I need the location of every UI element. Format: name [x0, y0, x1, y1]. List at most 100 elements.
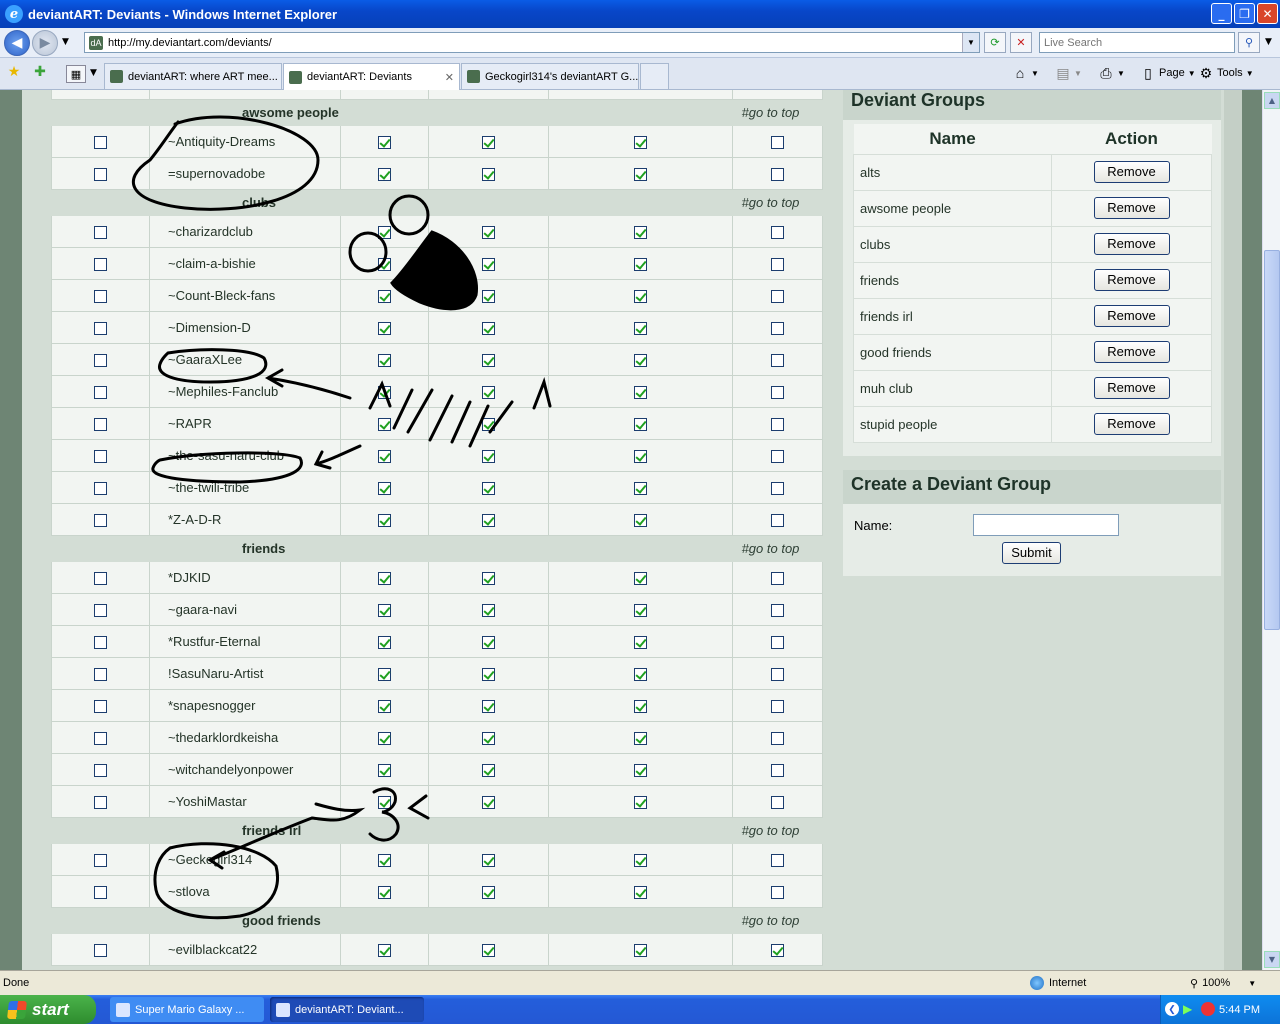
- close-window-button[interactable]: ✕: [1257, 3, 1278, 24]
- minimize-button[interactable]: _: [1211, 3, 1232, 24]
- permission-checkbox[interactable]: [482, 732, 495, 746]
- permission-checkbox[interactable]: [771, 796, 784, 810]
- permission-checkbox[interactable]: [482, 168, 495, 182]
- maximize-button[interactable]: ❐: [1234, 3, 1255, 24]
- permission-checkbox[interactable]: [771, 322, 784, 336]
- permission-checkbox[interactable]: [482, 482, 495, 496]
- permission-checkbox[interactable]: [482, 418, 495, 432]
- stop-icon[interactable]: ✕: [1010, 32, 1032, 53]
- deviant-name[interactable]: ~GaaraXLee: [149, 343, 341, 376]
- permission-checkbox[interactable]: [634, 604, 647, 618]
- tray-app-icon[interactable]: ▶: [1183, 1002, 1192, 1016]
- permission-checkbox[interactable]: [771, 514, 784, 528]
- permission-checkbox[interactable]: [771, 450, 784, 464]
- tray-security-icon[interactable]: [1201, 1002, 1215, 1016]
- remove-button[interactable]: Remove: [1093, 197, 1170, 219]
- permission-checkbox[interactable]: [771, 482, 784, 496]
- permission-checkbox[interactable]: [771, 604, 784, 618]
- select-checkbox[interactable]: [94, 604, 107, 618]
- tab-list-dropdown-icon[interactable]: ▼: [90, 68, 97, 78]
- permission-checkbox[interactable]: [634, 944, 647, 958]
- select-checkbox[interactable]: [94, 258, 107, 272]
- permission-checkbox[interactable]: [482, 450, 495, 464]
- deviant-name[interactable]: ~witchandelyonpower: [149, 753, 341, 786]
- permission-checkbox[interactable]: [634, 854, 647, 868]
- search-options-icon[interactable]: ▼: [1265, 37, 1272, 47]
- permission-checkbox[interactable]: [378, 386, 391, 400]
- tab-geckogirl-gallery[interactable]: Geckogirl314's deviantART G...: [461, 63, 639, 89]
- deviant-name[interactable]: ~Antiquity-Dreams: [149, 125, 341, 158]
- permission-checkbox[interactable]: [482, 796, 495, 810]
- home-button[interactable]: ⌂ ▼: [1012, 65, 1039, 81]
- deviant-name[interactable]: ~claim-a-bishie: [149, 247, 341, 280]
- permission-checkbox[interactable]: [378, 354, 391, 368]
- permission-checkbox[interactable]: [378, 732, 391, 746]
- select-checkbox[interactable]: [94, 668, 107, 682]
- permission-checkbox[interactable]: [771, 168, 784, 182]
- select-checkbox[interactable]: [94, 354, 107, 368]
- permission-checkbox[interactable]: [482, 322, 495, 336]
- deviant-name[interactable]: *snapesnogger: [149, 689, 341, 722]
- start-button[interactable]: start: [0, 995, 96, 1024]
- permission-checkbox[interactable]: [378, 886, 391, 900]
- select-checkbox[interactable]: [94, 572, 107, 586]
- permission-checkbox[interactable]: [771, 418, 784, 432]
- permission-checkbox[interactable]: [771, 258, 784, 272]
- go-to-top-link[interactable]: #go to top: [732, 99, 823, 126]
- permission-checkbox[interactable]: [634, 386, 647, 400]
- deviant-name[interactable]: !SasuNaru-Artist: [149, 657, 341, 690]
- permission-checkbox[interactable]: [482, 572, 495, 586]
- permission-checkbox[interactable]: [771, 732, 784, 746]
- permission-checkbox[interactable]: [634, 764, 647, 778]
- permission-checkbox[interactable]: [482, 668, 495, 682]
- deviant-name[interactable]: ~Mephiles-Fanclub: [149, 375, 341, 408]
- vertical-scrollbar[interactable]: ▲ ▼: [1262, 90, 1280, 970]
- deviant-name[interactable]: ~the-sasu-naru-club: [149, 439, 341, 472]
- deviant-name[interactable]: ~evilblackcat22: [149, 933, 341, 966]
- go-to-top-link[interactable]: #go to top: [732, 189, 823, 216]
- select-checkbox[interactable]: [94, 796, 107, 810]
- permission-checkbox[interactable]: [771, 136, 784, 150]
- history-dropdown-icon[interactable]: ▼: [62, 37, 69, 47]
- taskbar-item-deviantart[interactable]: deviantART: Deviant...: [270, 997, 424, 1022]
- permission-checkbox[interactable]: [771, 854, 784, 868]
- select-checkbox[interactable]: [94, 226, 107, 240]
- remove-button[interactable]: Remove: [1093, 305, 1170, 327]
- permission-checkbox[interactable]: [482, 854, 495, 868]
- back-button[interactable]: ◀: [4, 30, 30, 56]
- select-checkbox[interactable]: [94, 514, 107, 528]
- remove-button[interactable]: Remove: [1093, 233, 1170, 255]
- permission-checkbox[interactable]: [634, 136, 647, 150]
- tray-expand-icon[interactable]: ❮: [1165, 1002, 1179, 1016]
- permission-checkbox[interactable]: [378, 136, 391, 150]
- refresh-icon[interactable]: ⟳: [984, 32, 1006, 53]
- select-checkbox[interactable]: [94, 386, 107, 400]
- deviant-name[interactable]: ~stlova: [149, 875, 341, 908]
- quick-tabs-icon[interactable]: ▦: [66, 65, 86, 83]
- permission-checkbox[interactable]: [771, 886, 784, 900]
- select-checkbox[interactable]: [94, 482, 107, 496]
- permission-checkbox[interactable]: [634, 226, 647, 240]
- permission-checkbox[interactable]: [634, 290, 647, 304]
- permission-checkbox[interactable]: [482, 136, 495, 150]
- permission-checkbox[interactable]: [771, 290, 784, 304]
- taskbar-item-mario-galaxy[interactable]: Super Mario Galaxy ...: [110, 997, 264, 1022]
- print-button[interactable]: ⎙ ▼: [1098, 65, 1125, 81]
- tab-deviants[interactable]: deviantART: Deviants ✕: [283, 63, 460, 90]
- forward-button[interactable]: ▶: [32, 30, 58, 56]
- permission-checkbox[interactable]: [771, 386, 784, 400]
- permission-checkbox[interactable]: [634, 354, 647, 368]
- deviant-name[interactable]: ~YoshiMastar: [149, 785, 341, 818]
- deviant-name[interactable]: ~charizardclub: [149, 215, 341, 248]
- permission-checkbox[interactable]: [378, 854, 391, 868]
- remove-button[interactable]: Remove: [1093, 377, 1170, 399]
- permission-checkbox[interactable]: [378, 764, 391, 778]
- remove-button[interactable]: Remove: [1093, 341, 1170, 363]
- security-zone[interactable]: Internet: [1030, 976, 1086, 990]
- select-checkbox[interactable]: [94, 322, 107, 336]
- deviant-name[interactable]: ~Dimension-D: [149, 311, 341, 344]
- zoom-control[interactable]: ⚲ 100% ▼: [1190, 977, 1256, 990]
- address-bar[interactable]: dA http://my.deviantart.com/deviants/ ▼: [84, 32, 980, 53]
- deviant-name[interactable]: *Z-A-D-R: [149, 503, 341, 536]
- permission-checkbox[interactable]: [634, 418, 647, 432]
